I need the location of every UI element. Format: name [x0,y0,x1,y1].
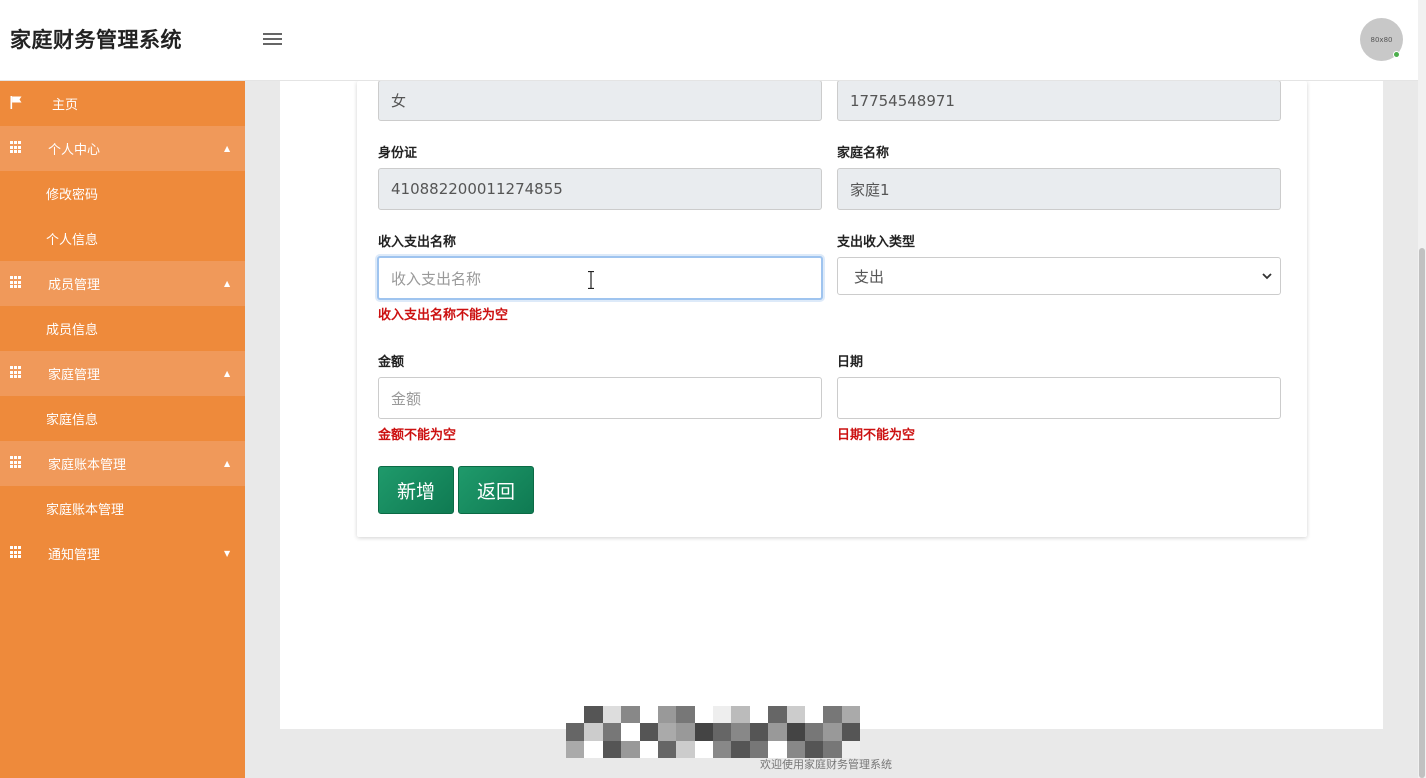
sidebar-item-label: 家庭信息 [46,413,99,428]
chevron-down-icon [1262,273,1272,280]
sidebar-item-label: 家庭账本管理 [48,458,127,473]
sidebar-item-label: 修改密码 [46,188,99,203]
text-cursor-icon [588,271,594,289]
amount-error-message: 金额不能为空 [378,428,457,443]
grid-icon [10,141,23,154]
footer-welcome-text: 欢迎使用家庭财务管理系统 [760,758,892,771]
grid-icon [10,276,23,289]
date-input[interactable] [837,377,1281,419]
back-button[interactable]: 返回 [458,466,534,514]
amount-label: 金额 [378,355,405,370]
id-card-label: 身份证 [378,146,418,161]
sidebar-group-notifications[interactable]: 通知管理 ▼ [0,531,245,576]
caret-up-icon: ▲ [224,459,231,468]
date-label: 日期 [837,355,864,370]
app-title: 家庭财务管理系统 [10,28,182,52]
grid-icon [10,546,23,559]
page-scrollbar[interactable] [1418,0,1426,778]
family-name-label: 家庭名称 [837,146,890,161]
caret-up-icon: ▲ [224,369,231,378]
hamburger-menu-icon[interactable] [263,30,284,48]
avatar-placeholder-text: 80x80 [1370,35,1393,44]
sidebar-item-change-password[interactable]: 修改密码 [0,171,245,216]
income-expense-name-input[interactable]: 收入支出名称 [377,256,823,300]
grid-icon [10,456,23,469]
top-header: 家庭财务管理系统 80x80 [0,0,1418,81]
income-expense-name-label: 收入支出名称 [378,235,457,250]
flag-icon [10,96,22,109]
selected-type-value: 支出 [854,267,885,286]
income-expense-type-label: 支出收入类型 [837,235,916,250]
sidebar-item-label: 成员管理 [48,278,101,293]
phone-field[interactable]: 17754548971 [837,80,1281,121]
caret-up-icon: ▲ [224,144,231,153]
sidebar-item-label: 家庭管理 [48,368,101,383]
caret-up-icon: ▲ [224,279,231,288]
sidebar-item-label: 主页 [52,98,79,113]
amount-input[interactable]: 金额 [378,377,822,419]
sidebar-item-family-ledger-management[interactable]: 家庭账本管理 [0,486,245,531]
name-error-message: 收入支出名称不能为空 [378,308,509,323]
scrollbar-thumb[interactable] [1419,248,1425,778]
online-status-dot [1393,51,1400,58]
sidebar-group-family-ledger[interactable]: 家庭账本管理 ▲ [0,441,245,486]
grid-icon [10,366,23,379]
family-name-field[interactable]: 家庭1 [837,168,1281,210]
sidebar-group-personal-center[interactable]: 个人中心 ▲ [0,126,245,171]
sidebar-item-member-info[interactable]: 成员信息 [0,306,245,351]
sidebar-group-family-management[interactable]: 家庭管理 ▲ [0,351,245,396]
gender-field[interactable]: 女 [378,80,822,121]
sidebar: 主页 个人中心 ▲ 修改密码 个人信息 成员管理 ▲ 成员信息 家庭管理 ▲ 家… [0,81,245,778]
sidebar-item-label: 个人中心 [48,143,101,158]
avatar[interactable]: 80x80 [1360,18,1403,61]
income-expense-type-select[interactable]: 支出 [837,257,1281,295]
sidebar-item-label: 通知管理 [48,548,101,563]
sidebar-item-label: 个人信息 [46,233,99,248]
date-error-message: 日期不能为空 [837,428,916,443]
sidebar-group-member-management[interactable]: 成员管理 ▲ [0,261,245,306]
sidebar-item-label: 家庭账本管理 [46,503,125,518]
sidebar-item-family-info[interactable]: 家庭信息 [0,396,245,441]
caret-down-icon: ▼ [224,549,231,558]
add-button[interactable]: 新增 [378,466,454,514]
id-card-field[interactable]: 410882200011274855 [378,168,822,210]
sidebar-item-home[interactable]: 主页 [0,81,245,126]
sidebar-item-personal-info[interactable]: 个人信息 [0,216,245,261]
sidebar-item-label: 成员信息 [46,323,99,338]
pixelated-watermark [566,706,860,758]
